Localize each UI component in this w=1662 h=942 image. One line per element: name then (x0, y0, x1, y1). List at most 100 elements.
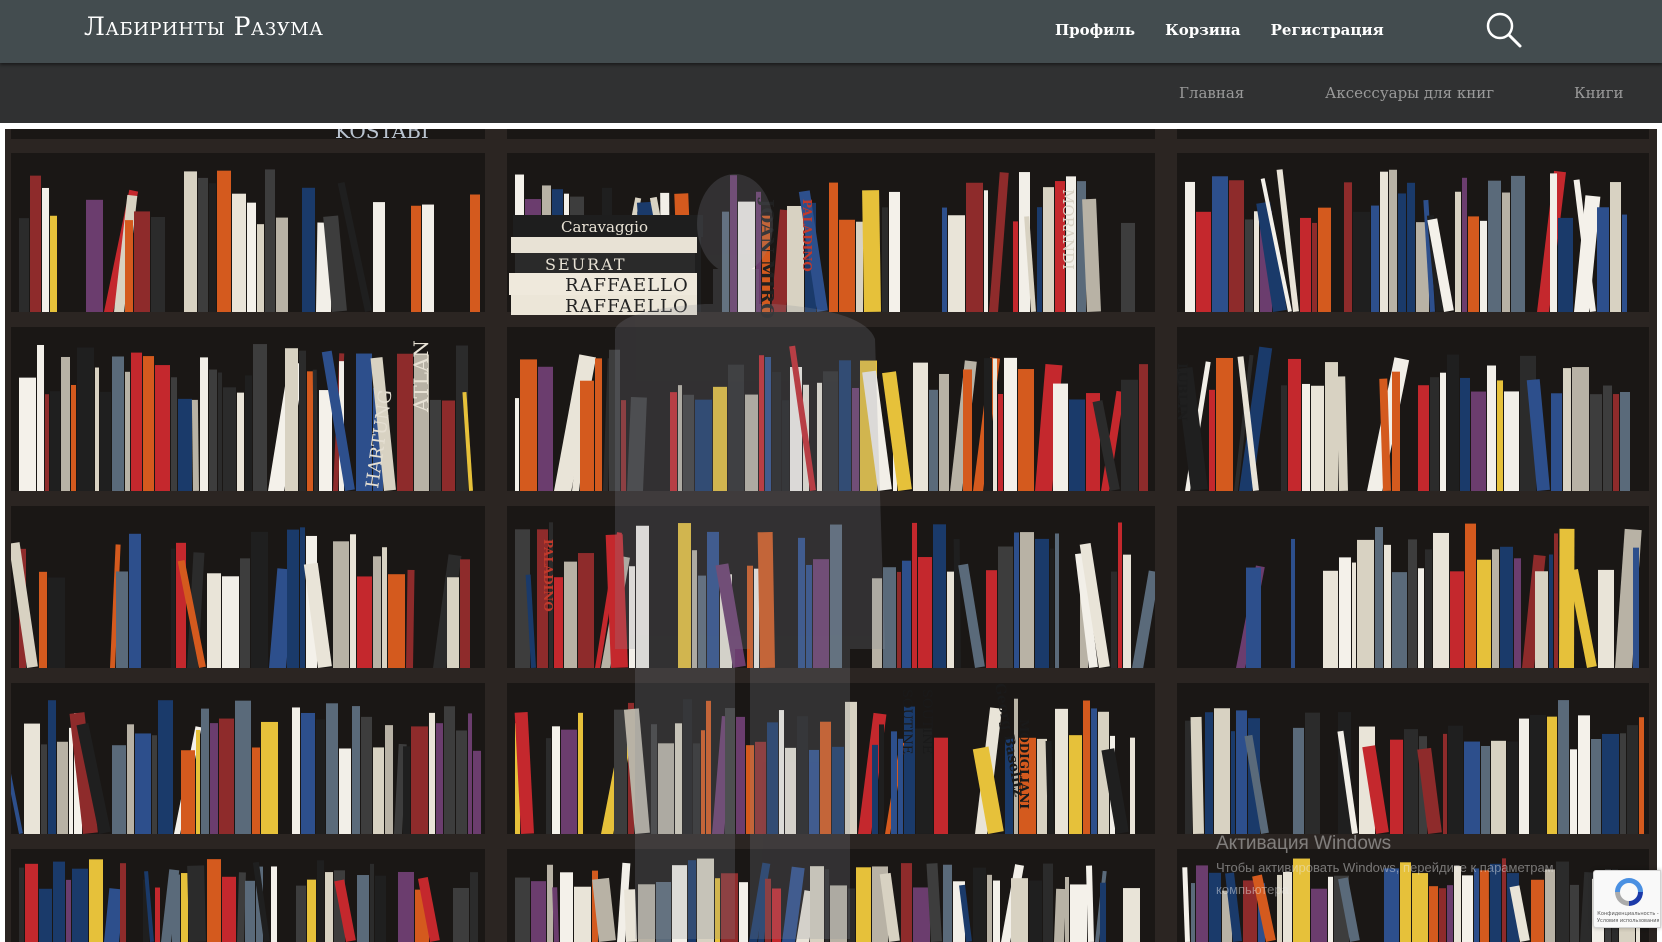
book-spine (963, 369, 972, 491)
nav-register-link[interactable]: Регистрация (1271, 21, 1384, 39)
book-spine (125, 371, 130, 491)
book-spine (578, 553, 594, 668)
book-spine (1429, 886, 1438, 942)
book-spine (50, 215, 57, 312)
book-spine (1480, 220, 1487, 312)
nav-home-link[interactable]: Главная (1179, 84, 1244, 102)
book-spine (1245, 219, 1253, 312)
book-spine (77, 347, 94, 491)
book-spine (296, 885, 306, 942)
book-spine (913, 362, 928, 491)
book-spine (442, 400, 455, 491)
book-spine (265, 169, 275, 312)
book-spine (201, 708, 209, 834)
book-spine (1231, 731, 1235, 834)
book-spine (1118, 522, 1122, 668)
book-spine (1448, 725, 1463, 834)
book-spine (1474, 868, 1479, 942)
book-spine (934, 737, 948, 834)
book-spine (444, 706, 455, 834)
book-spine (125, 220, 133, 312)
book-spine (538, 366, 553, 491)
book-spine (1502, 858, 1506, 942)
book-spine (120, 863, 126, 942)
book-spine (882, 207, 888, 312)
book-spine (41, 744, 47, 834)
book-spine (984, 358, 992, 491)
book-spine (411, 726, 428, 834)
book-spine (48, 700, 56, 834)
book-spine (973, 867, 986, 942)
book-spine (1519, 718, 1529, 834)
book-spine (520, 359, 537, 491)
book-spine (1570, 884, 1579, 942)
nav-accessories-link[interactable]: Аксессуары для книг (1325, 84, 1494, 102)
book-spine (187, 865, 206, 942)
recaptcha-privacy-link[interactable]: Конфиденциальность - (1597, 911, 1659, 918)
book-spine (292, 707, 300, 834)
book-spine (1293, 727, 1304, 834)
book-spine (1185, 181, 1195, 312)
book-spine (578, 712, 583, 834)
book-spine (1069, 735, 1082, 834)
book-spine (198, 177, 208, 312)
nav-cart-link[interactable]: Корзина (1165, 21, 1241, 39)
book-spine (245, 375, 252, 491)
book-spine (1323, 570, 1338, 668)
book-spine (1454, 866, 1461, 942)
book-spine (1507, 741, 1518, 834)
book-spine (1053, 888, 1067, 942)
book-spine (253, 344, 267, 491)
book-spine (112, 356, 124, 491)
book-spine (1123, 888, 1140, 942)
book-spine (152, 735, 157, 834)
book-spine (155, 887, 160, 942)
book-spine (902, 560, 911, 668)
book-spine (222, 576, 239, 668)
site-title[interactable]: Лабиринты Разума (84, 12, 323, 41)
recaptcha-terms-link[interactable]: Условия использования (1597, 918, 1659, 925)
book-spine (95, 367, 99, 491)
book-spine (1558, 528, 1575, 669)
book-spine (1591, 739, 1601, 834)
nav-profile-link[interactable]: Профиль (1055, 21, 1135, 39)
book-spine (829, 182, 838, 312)
book-spine (251, 531, 268, 668)
book-spine (1556, 861, 1569, 942)
book-spine (1440, 372, 1446, 491)
book-spine (1598, 569, 1614, 668)
book-spine (933, 524, 946, 668)
spine-soutine-2: SOUTINE (919, 689, 934, 754)
book-spine (1375, 527, 1383, 668)
book-spine (261, 721, 278, 834)
book-spine (319, 390, 332, 491)
book-spine (30, 175, 41, 312)
nav-books-link[interactable]: Книги (1574, 84, 1623, 102)
book-spine (1209, 872, 1221, 942)
spine-raffaello-1: RAFFAELLO (565, 275, 689, 296)
book-spine (1462, 177, 1467, 312)
book-spine (547, 864, 553, 942)
book-spine (739, 882, 748, 942)
book-spine (993, 358, 997, 491)
spine-morandi: MORANDI (1059, 189, 1077, 270)
book-spine (531, 881, 546, 942)
book-spine (50, 391, 60, 491)
book-spine (1216, 357, 1233, 491)
book-spine (470, 872, 478, 942)
book-spine (1407, 182, 1415, 312)
book-spine (1100, 882, 1106, 942)
book-spine (143, 356, 154, 491)
book-spine (430, 399, 441, 491)
book-spine (361, 716, 372, 834)
book-spine (1550, 173, 1557, 312)
search-icon[interactable] (1484, 10, 1524, 50)
book-spine (373, 202, 385, 312)
book-spine (987, 874, 992, 942)
book-spine (561, 729, 577, 834)
book-spine (891, 731, 897, 834)
book-spine (129, 533, 141, 668)
recaptcha-badge[interactable]: Конфиденциальность - Условия использован… (1593, 870, 1661, 928)
book-spine (856, 867, 871, 942)
book-spine (271, 866, 277, 942)
